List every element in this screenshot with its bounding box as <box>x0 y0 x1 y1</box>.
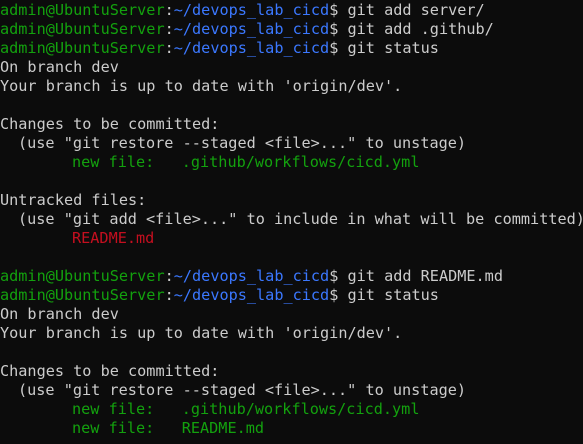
prompt-user-host: admin@UbuntuServer <box>0 286 165 304</box>
prompt-symbol: $ <box>329 286 339 304</box>
hint-line: (use "git add <file>..." to include in w… <box>18 210 583 228</box>
hint-line: (use "git restore --staged <file>..." to… <box>18 381 467 399</box>
untracked-file-line: README.md <box>72 229 155 247</box>
prompt-user-host: admin@UbuntuServer <box>0 39 165 57</box>
prompt-path: ~/devops_lab_cicd <box>173 286 330 304</box>
prompt-symbol: $ <box>329 267 339 285</box>
prompt-path: ~/devops_lab_cicd <box>173 1 330 19</box>
output-line: On branch dev <box>0 305 119 323</box>
staged-file-line: new file: .github/workflows/cicd.yml <box>72 400 420 418</box>
prompt-path: ~/devops_lab_cicd <box>173 267 330 285</box>
prompt-line: admin@UbuntuServer:~/devops_lab_cicd$ gi… <box>0 20 583 39</box>
prompt-user-host: admin@UbuntuServer <box>0 267 165 285</box>
prompt-symbol: $ <box>329 1 339 19</box>
output-line: On branch dev <box>0 58 119 76</box>
section-heading: Untracked files: <box>0 191 147 209</box>
command-text: git add .github/ <box>347 20 494 38</box>
prompt-line: admin@UbuntuServer:~/devops_lab_cicd$ gi… <box>0 267 583 286</box>
terminal-window[interactable]: admin@UbuntuServer:~/devops_lab_cicd$ gi… <box>0 0 583 444</box>
command-text: git status <box>347 286 439 304</box>
command-text: git add server/ <box>347 1 485 19</box>
prompt-separator: : <box>164 286 174 304</box>
command-text: git add README.md <box>347 267 503 285</box>
command-text: git status <box>347 39 439 57</box>
prompt-symbol: $ <box>329 39 339 57</box>
prompt-path: ~/devops_lab_cicd <box>173 20 330 38</box>
prompt-symbol: $ <box>329 20 339 38</box>
prompt-user-host: admin@UbuntuServer <box>0 1 165 19</box>
prompt-separator: : <box>164 267 174 285</box>
section-heading: Changes to be committed: <box>0 362 220 380</box>
section-heading: Changes to be committed: <box>0 115 220 133</box>
prompt-user-host: admin@UbuntuServer <box>0 20 165 38</box>
hint-line: (use "git restore --staged <file>..." to… <box>18 134 467 152</box>
prompt-separator: : <box>164 39 174 57</box>
prompt-line: admin@UbuntuServer:~/devops_lab_cicd$ gi… <box>0 286 583 305</box>
prompt-path: ~/devops_lab_cicd <box>173 39 330 57</box>
output-line: Your branch is up to date with 'origin/d… <box>0 77 403 95</box>
prompt-line: admin@UbuntuServer:~/devops_lab_cicd$ gi… <box>0 1 583 20</box>
prompt-line: admin@UbuntuServer:~/devops_lab_cicd$ gi… <box>0 39 583 58</box>
output-line: Your branch is up to date with 'origin/d… <box>0 324 403 342</box>
prompt-separator: : <box>164 20 174 38</box>
staged-file-line: new file: README.md <box>72 419 265 437</box>
prompt-separator: : <box>164 1 174 19</box>
staged-file-line: new file: .github/workflows/cicd.yml <box>72 153 420 171</box>
